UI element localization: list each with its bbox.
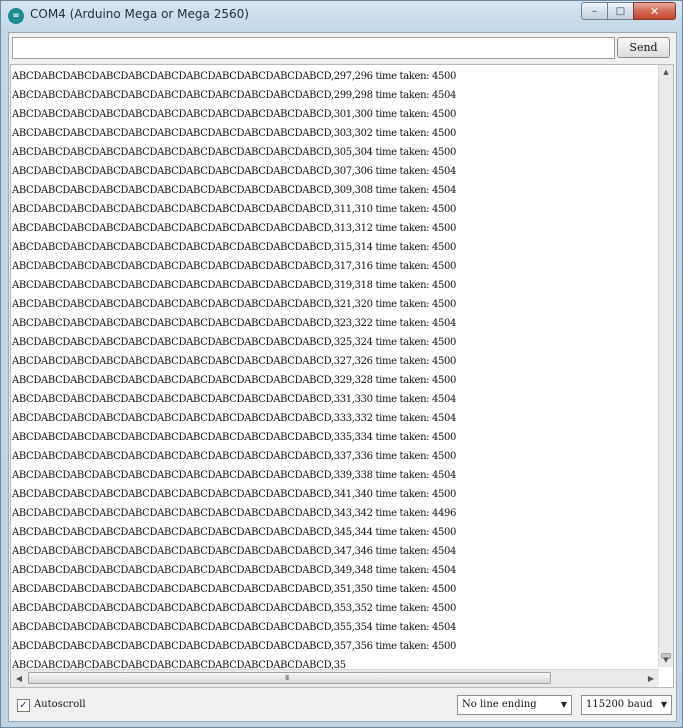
output-line: ABCDABCDABCDABCDABCDABCDABCDABCDABCDABCD… bbox=[12, 223, 457, 234]
output-line: ABCDABCDABCDABCDABCDABCDABCDABCDABCDABCD… bbox=[12, 280, 457, 291]
output-line: ABCDABCDABCDABCDABCDABCDABCDABCDABCDABCD… bbox=[12, 185, 457, 196]
maximize-button[interactable]: □ bbox=[607, 2, 633, 20]
output-line: ABCDABCDABCDABCDABCDABCDABCDABCDABCDABCD… bbox=[12, 147, 457, 158]
output-line: ABCDABCDABCDABCDABCDABCDABCDABCDABCDABCD… bbox=[12, 470, 457, 481]
scroll-left-icon[interactable]: ◀ bbox=[11, 670, 27, 687]
output-line: ABCDABCDABCDABCDABCDABCDABCDABCDABCDABCD… bbox=[12, 109, 457, 120]
output-line: ABCDABCDABCDABCDABCDABCDABCDABCDABCDABCD… bbox=[12, 622, 457, 633]
scroll-grip-icon: III bbox=[285, 674, 289, 682]
output-line: ABCDABCDABCDABCDABCDABCDABCDABCDABCDABCD… bbox=[12, 375, 457, 386]
output-line: ABCDABCDABCDABCDABCDABCDABCDABCDABCDABCD… bbox=[12, 451, 457, 462]
horizontal-scrollbar[interactable]: ◀ III ▶ bbox=[11, 669, 659, 687]
output-line: ABCDABCDABCDABCDABCDABCDABCDABCDABCDABCD… bbox=[12, 432, 457, 443]
scroll-right-icon[interactable]: ▶ bbox=[643, 670, 659, 687]
title-bar[interactable]: ∞ COM4 (Arduino Mega or Mega 2560) – □ ✕ bbox=[1, 1, 682, 31]
output-line: ABCDABCDABCDABCDABCDABCDABCDABCDABCDABCD… bbox=[12, 489, 457, 500]
output-line: ABCDABCDABCDABCDABCDABCDABCDABCDABCDABCD… bbox=[12, 603, 457, 614]
output-line: ABCDABCDABCDABCDABCDABCDABCDABCDABCDABCD… bbox=[12, 128, 457, 139]
line-ending-value: No line ending bbox=[462, 699, 537, 710]
output-line: ABCDABCDABCDABCDABCDABCDABCDABCDABCDABCD… bbox=[12, 546, 457, 557]
send-button[interactable]: Send bbox=[617, 37, 670, 58]
serial-monitor-window: ∞ COM4 (Arduino Mega or Mega 2560) – □ ✕… bbox=[0, 0, 683, 728]
output-line: ABCDABCDABCDABCDABCDABCDABCDABCDABCDABCD… bbox=[12, 565, 457, 576]
output-line: ABCDABCDABCDABCDABCDABCDABCDABCDABCDABCD… bbox=[12, 166, 457, 177]
send-row: Send bbox=[9, 33, 676, 65]
baud-rate-value: 115200 baud bbox=[586, 699, 653, 710]
chevron-down-icon: ▼ bbox=[560, 700, 567, 709]
status-row: ✓ Autoscroll No line ending ▼ 115200 bau… bbox=[9, 691, 676, 721]
autoscroll-checkbox[interactable]: ✓ bbox=[17, 699, 30, 712]
send-input[interactable] bbox=[12, 37, 615, 59]
output-line: ABCDABCDABCDABCDABCDABCDABCDABCDABCDABCD… bbox=[12, 527, 457, 538]
minimize-icon: – bbox=[592, 5, 597, 17]
minimize-button[interactable]: – bbox=[581, 2, 607, 20]
window-title: COM4 (Arduino Mega or Mega 2560) bbox=[30, 7, 249, 21]
output-line: ABCDABCDABCDABCDABCDABCDABCDABCDABCDABCD… bbox=[12, 318, 457, 329]
output-line: ABCDABCDABCDABCDABCDABCDABCDABCDABCDABCD… bbox=[12, 394, 457, 405]
output-line: ABCDABCDABCDABCDABCDABCDABCDABCDABCDABCD… bbox=[12, 261, 457, 272]
arduino-logo-icon: ∞ bbox=[8, 8, 24, 24]
close-button[interactable]: ✕ bbox=[633, 2, 676, 20]
checkmark-icon: ✓ bbox=[19, 700, 28, 711]
output-line: ABCDABCDABCDABCDABCDABCDABCDABCDABCDABCD… bbox=[12, 356, 457, 367]
output-line: ABCDABCDABCDABCDABCDABCDABCDABCDABCDABCD… bbox=[12, 584, 457, 595]
horizontal-scroll-thumb[interactable]: III bbox=[28, 672, 551, 684]
output-line: ABCDABCDABCDABCDABCDABCDABCDABCDABCDABCD… bbox=[12, 204, 457, 215]
window-controls: – □ ✕ bbox=[581, 2, 676, 21]
baud-rate-select[interactable]: 115200 baud ▼ bbox=[581, 695, 672, 715]
output-lines: ABCDABCDABCDABCDABCDABCDABCDABCDABCDABCD… bbox=[12, 67, 660, 675]
output-line: ABCDABCDABCDABCDABCDABCDABCDABCDABCDABCD… bbox=[12, 337, 457, 348]
line-ending-select[interactable]: No line ending ▼ bbox=[457, 695, 572, 715]
maximize-icon: □ bbox=[615, 5, 626, 17]
vertical-scrollbar[interactable]: ▲ ▼ bbox=[658, 65, 673, 667]
output-line: ABCDABCDABCDABCDABCDABCDABCDABCDABCDABCD… bbox=[12, 413, 457, 424]
output-line: ABCDABCDABCDABCDABCDABCDABCDABCDABCDABCD… bbox=[12, 242, 457, 253]
output-line: ABCDABCDABCDABCDABCDABCDABCDABCDABCDABCD… bbox=[12, 299, 457, 310]
chevron-down-icon: ▼ bbox=[660, 700, 667, 709]
autoscroll-label: Autoscroll bbox=[34, 699, 86, 710]
scroll-up-icon[interactable]: ▲ bbox=[659, 65, 673, 79]
serial-monitor-client: Send ABCDABCDABCDABCDABCDABCDABCDABCDABC… bbox=[8, 32, 677, 722]
output-line: ABCDABCDABCDABCDABCDABCDABCDABCDABCDABCD… bbox=[12, 641, 457, 652]
serial-output[interactable]: ABCDABCDABCDABCDABCDABCDABCDABCDABCDABCD… bbox=[10, 64, 674, 688]
output-line: ABCDABCDABCDABCDABCDABCDABCDABCDABCDABCD… bbox=[12, 90, 457, 101]
close-icon: ✕ bbox=[649, 4, 660, 18]
output-line: ABCDABCDABCDABCDABCDABCDABCDABCDABCDABCD… bbox=[12, 71, 457, 82]
scroll-down-icon[interactable]: ▼ bbox=[659, 653, 673, 667]
output-line: ABCDABCDABCDABCDABCDABCDABCDABCDABCDABCD… bbox=[12, 508, 457, 519]
